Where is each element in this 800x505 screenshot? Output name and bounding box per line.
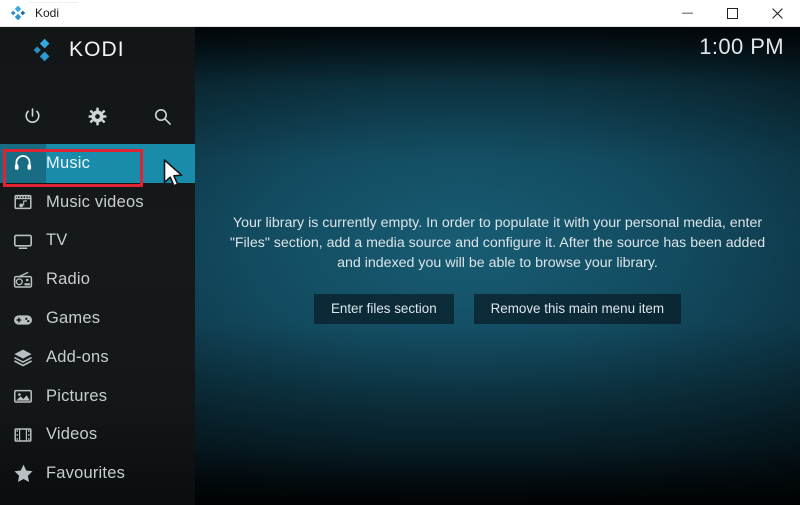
kodi-diamond-logo-icon [32, 38, 58, 62]
sidebar-item-label: Favourites [46, 464, 125, 483]
main-menu-list: Music [0, 144, 195, 505]
sidebar-item-label: Pictures [46, 387, 107, 406]
sidebar-item-label: Music [46, 154, 90, 173]
radio-icon [0, 270, 46, 290]
sidebar-item-favourites[interactable]: Favourites [0, 454, 195, 493]
kodi-logo-icon [10, 5, 26, 21]
brand-name: KODI [69, 38, 125, 62]
music-video-icon [0, 192, 46, 212]
sidebar-item-label: Radio [46, 270, 90, 289]
picture-icon [0, 386, 46, 406]
minimize-icon: — [682, 8, 693, 19]
sidebar-item-videos[interactable]: Videos [0, 416, 195, 455]
sidebar-item-weather[interactable]: Weather [0, 493, 195, 505]
main-content-area: 1:00 PM Your library is currently empty.… [195, 26, 800, 505]
sidebar-item-label: Games [46, 309, 100, 328]
kodi-client-area: KODI [0, 26, 800, 505]
empty-library-panel: Your library is currently empty. In orde… [195, 26, 800, 505]
window-controls: — [665, 0, 800, 26]
settings-button[interactable] [65, 94, 130, 138]
search-icon [153, 107, 172, 126]
star-icon [0, 463, 46, 484]
gamepad-icon [0, 309, 46, 329]
maximize-button[interactable] [710, 0, 755, 26]
remove-main-menu-item-button[interactable]: Remove this main menu item [474, 294, 681, 324]
window-title: Kodi [35, 6, 59, 20]
sidebar-item-games[interactable]: Games [0, 299, 195, 338]
gear-icon [88, 107, 107, 126]
enter-files-section-button[interactable]: Enter files section [314, 294, 454, 324]
empty-library-message: Your library is currently empty. In orde… [218, 213, 778, 273]
close-button[interactable] [755, 0, 800, 26]
tv-icon [0, 231, 46, 251]
sidebar-item-radio[interactable]: Radio [0, 260, 195, 299]
close-icon [772, 8, 783, 19]
maximize-icon [727, 8, 738, 19]
sidebar-item-music-videos[interactable]: Music videos [0, 183, 195, 222]
headphones-icon [0, 153, 46, 173]
titlebar-artifact-text: .............................. [28, 0, 214, 5]
kodi-application-window: Kodi — .............................. [0, 0, 800, 505]
search-button[interactable] [130, 94, 195, 138]
brand-logo: KODI [0, 26, 195, 73]
empty-library-actions: Enter files section Remove this main men… [314, 294, 681, 324]
sidebar-item-tv[interactable]: TV [0, 222, 195, 261]
filmstrip-icon [0, 425, 46, 445]
power-button[interactable] [0, 94, 65, 138]
addons-icon [0, 347, 46, 367]
sidebar-item-label: Add-ons [46, 348, 109, 367]
sidebar-item-pictures[interactable]: Pictures [0, 377, 195, 416]
sidebar-toolbar [0, 94, 195, 138]
sidebar-item-label: Music videos [46, 193, 144, 212]
sidebar-item-music[interactable]: Music [0, 144, 195, 183]
power-icon [23, 107, 42, 126]
sidebar-item-label: TV [46, 231, 67, 250]
minimize-button[interactable]: — [665, 0, 710, 26]
sidebar-item-add-ons[interactable]: Add-ons [0, 338, 195, 377]
main-sidebar: KODI [0, 26, 195, 505]
sidebar-item-label: Videos [46, 425, 97, 444]
